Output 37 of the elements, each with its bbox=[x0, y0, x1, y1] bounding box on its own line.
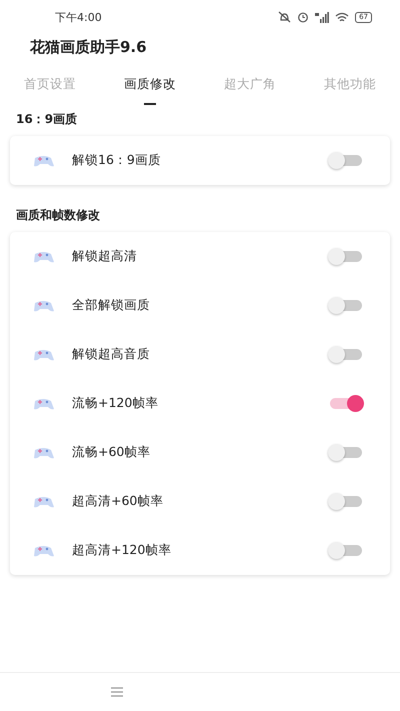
gamepad-icon bbox=[33, 250, 55, 264]
menu-icon[interactable] bbox=[111, 687, 123, 697]
bell-off-icon bbox=[278, 11, 292, 23]
setting-label: 流畅+120帧率 bbox=[72, 395, 160, 412]
status-time: 下午4:00 bbox=[55, 10, 102, 24]
gamepad-icon bbox=[33, 446, 55, 460]
section-title: 16：9画质 bbox=[15, 111, 78, 128]
toggle-switch[interactable] bbox=[330, 398, 362, 409]
setting-label: 流畅+60帧率 bbox=[72, 444, 152, 461]
tab[interactable]: 超大广角 bbox=[220, 76, 280, 105]
app-title: 花猫画质助手9.6 bbox=[28, 37, 148, 58]
toggle-switch[interactable] bbox=[330, 545, 362, 556]
toggle-switch[interactable] bbox=[330, 251, 362, 262]
gamepad-icon bbox=[33, 298, 55, 312]
toggle-switch[interactable] bbox=[330, 300, 362, 311]
setting-label: 全部解锁画质 bbox=[72, 297, 151, 314]
toggle-switch[interactable] bbox=[330, 349, 362, 360]
toggle-switch[interactable] bbox=[330, 496, 362, 507]
section-title: 画质和帧数修改 bbox=[15, 207, 101, 224]
toggle-switch[interactable] bbox=[330, 155, 362, 166]
toggle-switch[interactable] bbox=[330, 447, 362, 458]
gamepad-icon bbox=[33, 494, 55, 508]
setting-label: 解锁超高清 bbox=[72, 248, 138, 265]
tab[interactable]: 首页设置 bbox=[20, 76, 80, 105]
gamepad-icon bbox=[33, 396, 55, 410]
alarm-icon bbox=[297, 11, 310, 23]
signal-icon bbox=[315, 12, 330, 22]
setting-label: 解锁超高音质 bbox=[72, 346, 151, 363]
setting-label: 超高清+60帧率 bbox=[72, 493, 164, 510]
gamepad-icon bbox=[33, 544, 55, 558]
gamepad-icon bbox=[33, 154, 55, 168]
setting-label: 超高清+120帧率 bbox=[72, 542, 172, 559]
wifi-icon bbox=[335, 12, 350, 22]
tab[interactable]: 画质修改 bbox=[120, 76, 180, 105]
gamepad-icon bbox=[33, 348, 55, 362]
tab[interactable]: 其他功能 bbox=[320, 76, 380, 105]
setting-label: 解锁16：9画质 bbox=[72, 152, 162, 169]
